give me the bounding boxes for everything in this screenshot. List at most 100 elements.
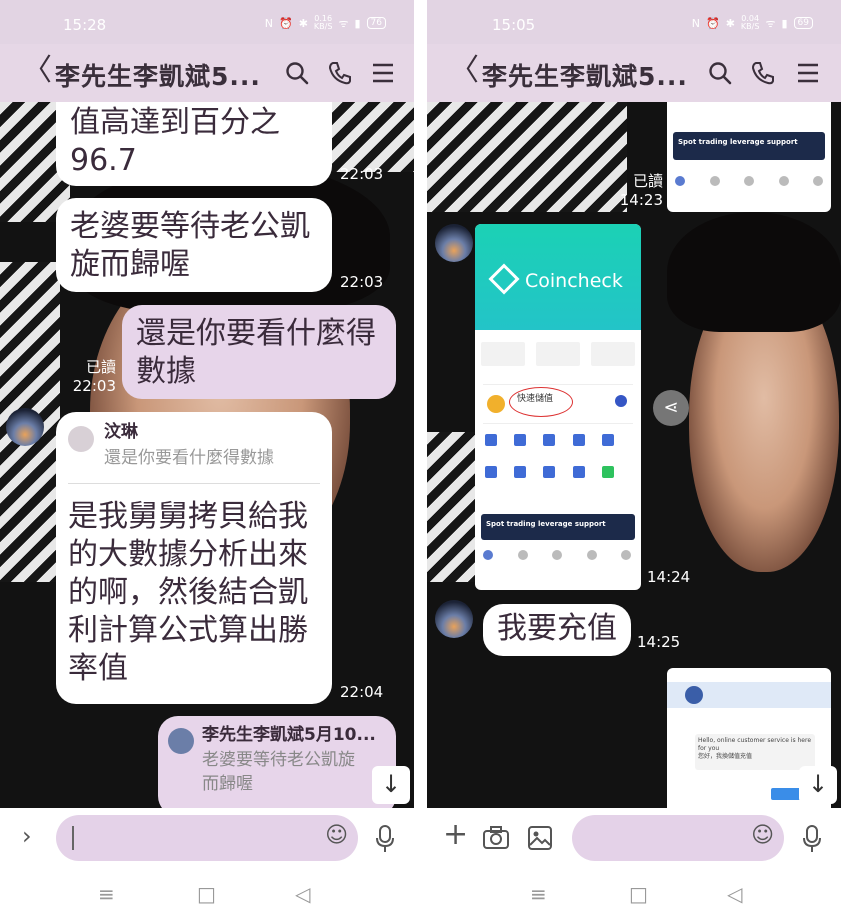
fast-deposit-row: 快速儲值 (483, 384, 633, 424)
home-button[interactable]: □ (629, 882, 648, 906)
battery-icon: 76 (366, 17, 386, 29)
image-banner: Spot trading leverage support (673, 132, 825, 160)
quote-avatar (168, 728, 194, 754)
reply-message-bubble[interactable]: 汶琳 還是你要看什麼得數據 是我舅舅拷貝給我 的大數據分析出來 的啊，然後結合凱… (56, 412, 332, 704)
net-speed: 0.16 KB/S (313, 14, 333, 31)
status-bar: 15:05 N ⏰ ✱ 0.04 KB/S ᯤ ▮ 69 (427, 0, 841, 44)
system-nav-bar: ≡ □ ◁ (0, 870, 414, 919)
chat-title[interactable]: 李先生李凱斌5... (482, 57, 688, 93)
message-time: 22:03 (340, 165, 384, 183)
image-banner: Spot trading leverage support (481, 514, 635, 540)
text-cursor (72, 826, 74, 850)
nfc-icon: N (264, 16, 273, 30)
image-icon-row (675, 176, 823, 190)
back-button[interactable]: ◁ (295, 882, 310, 906)
message-input[interactable]: ☺ (56, 815, 358, 861)
chat-area[interactable]: Spot trading leverage support 已讀 14:23 C… (427, 102, 841, 808)
price-tickers (481, 342, 635, 372)
right-phone-screen: 15:05 N ⏰ ✱ 0.04 KB/S ᯤ ▮ 69 〈 李先生李凱斌5...… (427, 0, 841, 919)
status-time: 15:05 (492, 16, 536, 34)
wallpaper-hair (667, 212, 841, 332)
quote-avatar (68, 426, 94, 452)
emoji-icon[interactable]: ☺ (325, 823, 348, 848)
coincheck-header: Coincheck (475, 224, 641, 330)
search-icon[interactable] (284, 60, 310, 86)
message-time: 14:24 (647, 568, 691, 586)
alarm-icon: ⏰ (279, 16, 293, 30)
input-bar: › ☺ (0, 808, 414, 870)
scroll-down-button[interactable]: ↓ (799, 766, 837, 804)
status-icons: N ⏰ ✱ 0.16 KB/S ᯤ ▮ 76 (265, 15, 386, 31)
back-chevron-icon[interactable]: 〈 (449, 54, 479, 88)
emoji-icon[interactable]: ☺ (751, 823, 774, 848)
message-time: 14:25 (637, 633, 681, 651)
quoted-message-bubble[interactable]: 李先生李凱斌5月10... 老婆要等待老公凱旋 而歸喔 (158, 716, 396, 808)
feature-grid (485, 434, 631, 478)
coincheck-brand: Coincheck (525, 270, 623, 292)
camera-icon[interactable] (482, 825, 510, 851)
share-icon[interactable]: ⋖ (653, 390, 689, 426)
system-nav-bar: ≡ □ ◁ (427, 870, 841, 919)
signal-icon: ▮ (354, 16, 361, 30)
reply-name: 汶琳 (104, 422, 138, 442)
message-input[interactable]: ☺ (572, 815, 784, 861)
recent-apps-button[interactable]: ≡ (530, 882, 547, 906)
menu-icon[interactable] (370, 60, 396, 86)
bluetooth-icon: ✱ (725, 16, 735, 30)
wallpaper-pattern (427, 102, 627, 212)
net-speed: 0.04 KB/S (740, 14, 760, 31)
microphone-icon[interactable] (374, 824, 396, 854)
status-time: 15:28 (63, 16, 107, 34)
input-bar: + ☺ (427, 808, 841, 870)
image-message[interactable]: Coincheck 快速儲值 Spot trading leverage sup… (475, 224, 641, 590)
contact-avatar[interactable] (435, 224, 473, 262)
message-bubble[interactable]: 我要充值 (483, 604, 631, 656)
home-button[interactable]: □ (197, 882, 216, 906)
battery-icon: 69 (793, 17, 813, 29)
message-time: 22:04 (340, 683, 384, 701)
image-message[interactable]: Spot trading leverage support (667, 102, 831, 212)
status-icons: N ⏰ ✱ 0.04 KB/S ᯤ ▮ 69 (692, 15, 813, 31)
chat-area[interactable]: 值高達到百分之 96.7 22:03 老婆要等待老公凱 旋而歸喔 22:03 還… (0, 102, 414, 808)
read-receipt: 已讀 14:23 (619, 172, 663, 209)
chat-header: 〈 李先生李凱斌5... (427, 44, 841, 102)
message-bubble-sent[interactable]: 還是你要看什麼得 數據 (122, 305, 396, 399)
read-receipt: 已讀 22:03 (72, 358, 116, 395)
wallpaper-pattern (330, 102, 414, 172)
chat-header: 〈 李先生李凱斌5... (0, 44, 414, 102)
message-bubble[interactable]: 值高達到百分之 96.7 (56, 102, 332, 186)
bluetooth-icon: ✱ (298, 16, 308, 30)
left-phone-screen: 15:28 N ⏰ ✱ 0.16 KB/S ᯤ ▮ 76 〈 李先生李凱斌5...… (0, 0, 414, 919)
recent-apps-button[interactable]: ≡ (98, 882, 115, 906)
add-icon[interactable]: + (443, 818, 468, 852)
expand-chevron-icon[interactable]: › (22, 822, 32, 850)
image-icon[interactable] (527, 825, 553, 851)
coincheck-logo-icon (488, 263, 520, 295)
support-header (667, 682, 831, 708)
signal-icon: ▮ (781, 16, 788, 30)
back-button[interactable]: ◁ (727, 882, 742, 906)
message-bubble[interactable]: 老婆要等待老公凱 旋而歸喔 (56, 198, 332, 292)
status-bar: 15:28 N ⏰ ✱ 0.16 KB/S ᯤ ▮ 76 (0, 0, 414, 44)
reply-quote-text: 還是你要看什麼得數據 (104, 448, 274, 468)
quote-text: 老婆要等待老公凱旋 而歸喔 (202, 750, 355, 794)
reply-quote[interactable]: 汶琳 還是你要看什麼得數據 (68, 420, 320, 484)
chat-title[interactable]: 李先生李凱斌5... (55, 57, 261, 93)
menu-icon[interactable] (795, 60, 821, 86)
search-icon[interactable] (707, 60, 733, 86)
microphone-icon[interactable] (801, 824, 823, 854)
wifi-icon: ᯤ (765, 16, 776, 30)
alarm-icon: ⏰ (706, 16, 720, 30)
scroll-down-button[interactable]: ↓ (372, 766, 410, 804)
wallpaper-pattern (427, 432, 479, 582)
support-message: Hello, online customer service is here f… (695, 734, 815, 770)
nfc-icon: N (691, 16, 700, 30)
phone-call-icon[interactable] (327, 60, 353, 86)
back-chevron-icon[interactable]: 〈 (22, 54, 52, 88)
bottom-tabs (483, 550, 631, 560)
phone-call-icon[interactable] (750, 60, 776, 86)
message-time: 22:03 (340, 273, 384, 291)
wifi-icon: ᯤ (338, 16, 349, 30)
contact-avatar[interactable] (6, 408, 44, 446)
contact-avatar[interactable] (435, 600, 473, 638)
